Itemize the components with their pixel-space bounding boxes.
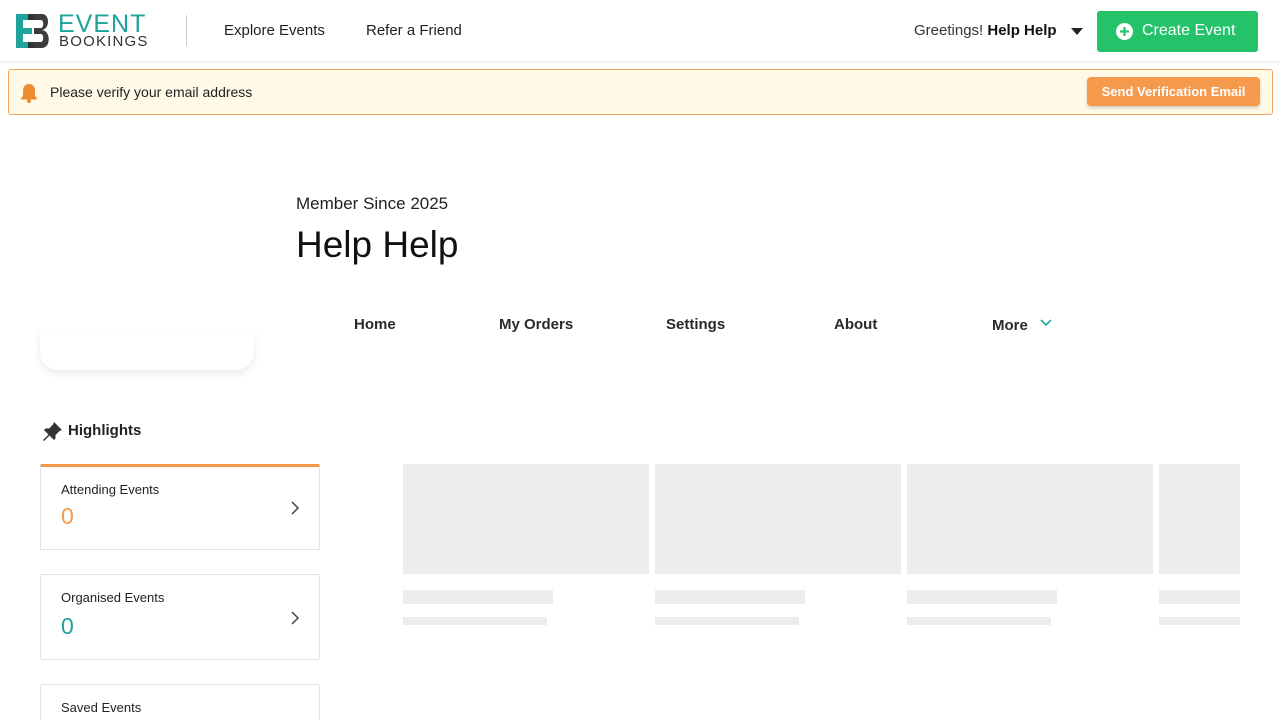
verify-email-banner: Please verify your email address Send Ve… <box>8 69 1273 115</box>
profile-avatar-card <box>40 330 254 370</box>
send-verification-email-button[interactable]: Send Verification Email <box>1087 77 1260 106</box>
attending-events-card[interactable]: Attending Events 0 <box>40 464 320 550</box>
skeleton-card-image <box>1159 464 1240 574</box>
organised-events-card[interactable]: Organised Events 0 <box>40 574 320 660</box>
skeleton-title-line <box>655 590 805 604</box>
tab-home[interactable]: Home <box>354 316 396 333</box>
user-menu-greeting[interactable]: Greetings! Help Help <box>914 22 1057 39</box>
verify-email-message: Please verify your email address <box>50 84 253 100</box>
event-bookings-logo[interactable]: EVENT BOOKINGS <box>14 11 159 50</box>
skeleton-subtitle-line <box>907 617 1051 625</box>
profile-name: Help Help <box>296 224 459 265</box>
saved-events-label: Saved Events <box>61 700 142 715</box>
plus-circle-icon <box>1116 23 1133 40</box>
skeleton-subtitle-line <box>1159 617 1240 625</box>
attending-events-count: 0 <box>61 503 74 529</box>
nav-refer-a-friend[interactable]: Refer a Friend <box>366 22 462 39</box>
logo-text-bookings: BOOKINGS <box>59 33 149 50</box>
skeleton-title-line <box>907 590 1057 604</box>
chevron-down-icon[interactable] <box>1039 318 1053 328</box>
caret-down-icon[interactable] <box>1071 28 1083 35</box>
chevron-right-icon <box>291 501 300 515</box>
create-event-button[interactable]: Create Event <box>1097 11 1258 52</box>
organised-events-count: 0 <box>61 613 74 639</box>
skeleton-title-line <box>403 590 553 604</box>
tab-my-orders[interactable]: My Orders <box>499 316 573 333</box>
greeting-text: Greetings! <box>914 22 984 39</box>
skeleton-card-image <box>655 464 901 574</box>
skeleton-subtitle-line <box>655 617 799 625</box>
greeting-user-name: Help Help <box>987 22 1057 39</box>
organised-events-label: Organised Events <box>61 590 165 605</box>
nav-explore-events[interactable]: Explore Events <box>224 22 325 39</box>
member-since: Member Since 2025 <box>296 194 449 213</box>
page: EVENT BOOKINGS Explore Events Refer a Fr… <box>0 0 1280 720</box>
bell-icon <box>21 84 37 103</box>
skeleton-card-image <box>907 464 1153 574</box>
logo-mark-icon <box>16 14 49 48</box>
tab-more[interactable]: More <box>992 317 1028 334</box>
saved-events-card[interactable]: Saved Events <box>40 684 320 720</box>
skeleton-card-image <box>403 464 649 574</box>
create-event-label: Create Event <box>1142 22 1236 39</box>
skeleton-title-line <box>1159 590 1240 604</box>
skeleton-subtitle-line <box>403 617 547 625</box>
tab-settings[interactable]: Settings <box>666 316 725 333</box>
top-header: EVENT BOOKINGS Explore Events Refer a Fr… <box>0 0 1280 62</box>
pin-icon <box>43 422 62 441</box>
tab-about[interactable]: About <box>834 316 877 333</box>
header-divider <box>186 15 187 46</box>
highlights-title: Highlights <box>68 422 142 439</box>
attending-events-label: Attending Events <box>61 482 160 497</box>
chevron-right-icon <box>291 611 300 625</box>
